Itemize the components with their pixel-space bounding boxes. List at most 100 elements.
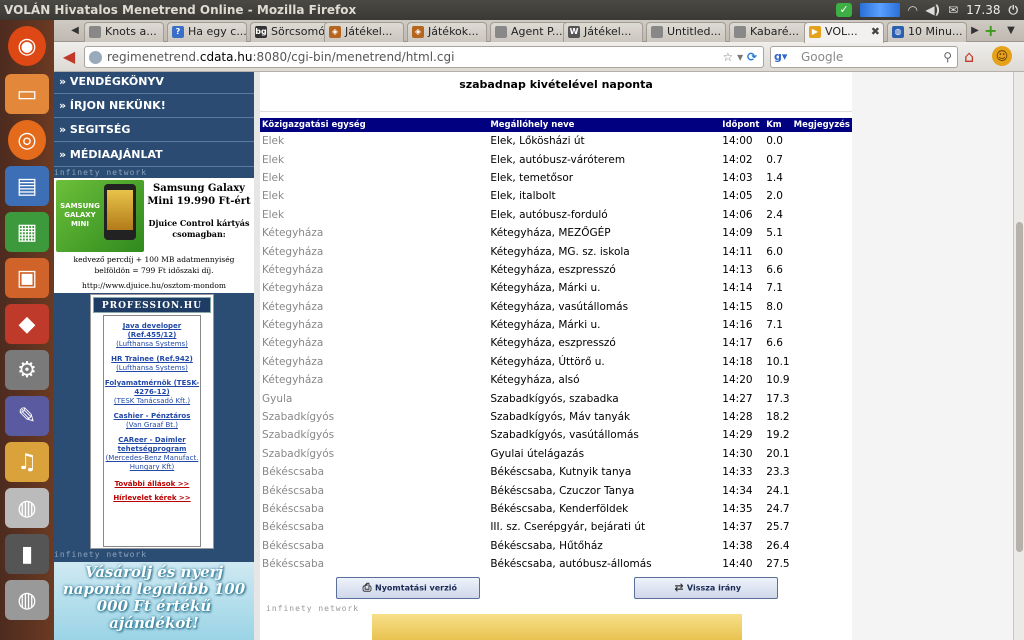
job-company[interactable]: (Lufthansa Systems) <box>104 364 200 373</box>
ubuntu-dash-icon[interactable]: ◉ <box>8 26 46 66</box>
tab-0[interactable]: Knots a... <box>84 22 164 42</box>
ad-title: Samsung Galaxy Mini 19.990 Ft-ért <box>147 183 251 207</box>
unit-cell: Kétegyháza <box>262 282 324 295</box>
home-icon[interactable]: ⌂ <box>964 47 974 66</box>
tab-5[interactable]: Agent P... <box>490 22 570 42</box>
km-cell: 23.3 <box>766 466 790 479</box>
time-cell: 14:34 <box>722 484 753 497</box>
time-cell: 14:00 <box>722 135 753 148</box>
tab-9-active[interactable]: ▶ VOL... ✖ <box>804 22 884 43</box>
addon-icon[interactable]: ☺ <box>992 46 1012 66</box>
cdrw-icon[interactable]: ◍ <box>5 580 49 620</box>
more-jobs-link[interactable]: További állások >> <box>104 480 200 488</box>
close-tab-icon[interactable]: ✖ <box>871 23 880 41</box>
mail-icon[interactable]: ✉ <box>948 0 958 20</box>
tab-list-icon[interactable]: ▼ <box>1004 23 1018 39</box>
update-check-icon[interactable]: ✓ <box>836 3 853 17</box>
promo-banner[interactable]: Vásárolj és nyerj naponta legalább 100 0… <box>54 562 254 640</box>
km-cell: 1.4 <box>766 171 783 184</box>
note-cell <box>792 206 852 224</box>
newsletter-link[interactable]: Hírlevelet kérek >> <box>104 494 200 502</box>
back-icon[interactable]: ◀ <box>58 46 80 68</box>
tab-scroll-right-icon[interactable]: ▶ <box>968 23 982 39</box>
menu-write-us[interactable]: » ÍRJON NEKÜNK! <box>54 94 254 118</box>
jobs-header[interactable]: PROFESSION.HU <box>93 297 211 313</box>
unit-cell: Szabadkígyós <box>262 411 335 424</box>
job-item[interactable]: Java developer (Ref.455/12) (Lufthansa Sy… <box>104 322 200 349</box>
km-cell: 0.7 <box>766 153 783 166</box>
tab-1[interactable]: ? Ha egy c... <box>167 22 247 42</box>
note-cell <box>792 463 852 481</box>
time-cell: 14:13 <box>722 263 753 276</box>
table-row: Elek Elek, autóbusz-váróterem 14:02 0.7 <box>260 150 852 168</box>
job-company[interactable]: (Mercedes-Benz Manufact. Hungary Kft) <box>104 454 200 472</box>
menu-help[interactable]: » SEGITSÉG <box>54 118 254 142</box>
wifi-icon[interactable]: ◠ <box>908 0 917 20</box>
writer-icon[interactable]: ▤ <box>5 166 49 206</box>
unit-cell: Kétegyháza <box>262 227 324 240</box>
power-icon[interactable]: ⏻ <box>1009 0 1019 20</box>
job-title[interactable]: CAReer - Daimler tehetségprogram <box>104 436 200 454</box>
tab-label: Agent P... <box>511 25 563 38</box>
stop-cell: Szabadkígyós, vasútállomás <box>490 429 639 442</box>
site-identity-icon[interactable] <box>89 51 102 64</box>
ad-body: kedvező percdíj + 100 MB adatmennyiség b… <box>73 255 235 275</box>
job-item[interactable]: CAReer - Daimler tehetségprogram (Mercede… <box>104 436 200 472</box>
calc-icon[interactable]: ▦ <box>5 212 49 252</box>
clock[interactable]: 17.38 <box>966 0 1000 20</box>
samsung-ad[interactable]: SAMSUNG GALAXY MINI Samsung Galaxy Mini … <box>54 178 254 293</box>
google-icon[interactable]: g▾ <box>774 50 788 64</box>
files-icon[interactable]: ▭ <box>5 74 49 114</box>
tab-scroll-left-icon[interactable]: ◀ <box>68 23 82 39</box>
col-unit: Közigazgatási egység <box>260 118 489 132</box>
job-company[interactable]: (TESK Tanácsadó Kft.) <box>104 397 200 406</box>
search-icon[interactable]: ⚲ <box>943 47 952 67</box>
impress-icon[interactable]: ▣ <box>5 258 49 298</box>
menu-media-offer[interactable]: » MÉDIAAJÁNLAT <box>54 143 254 167</box>
scrollbar-thumb[interactable] <box>1016 222 1023 552</box>
new-tab-icon[interactable]: + <box>984 23 997 39</box>
time-cell: 14:06 <box>722 208 753 221</box>
menu-guestbook[interactable]: » VENDÉGKÖNYV <box>54 72 254 94</box>
job-title[interactable]: Cashier - Pénztáros <box>104 412 200 421</box>
tab-10[interactable]: ◍ 10 Minu... <box>887 22 967 42</box>
stop-cell: Szabadkígyós, szabadka <box>490 392 619 405</box>
search-bar[interactable]: g▾ Google ⚲ <box>770 46 958 68</box>
job-company[interactable]: (Lufthansa Systems) <box>104 340 200 349</box>
time-cell: 14:17 <box>722 337 753 350</box>
disk-icon[interactable]: ◍ <box>5 488 49 528</box>
bottom-ad[interactable] <box>372 614 742 640</box>
media-icon[interactable]: ♫ <box>5 442 49 482</box>
job-item[interactable]: HR Trainee (Ref.942) (Lufthansa Systems) <box>104 355 200 373</box>
firefox-icon[interactable]: ◎ <box>8 120 46 160</box>
ad-url[interactable]: http://www.djuice.hu/osztom-mondom <box>56 281 252 290</box>
settings-icon[interactable]: ⚙ <box>5 350 49 390</box>
tab-4[interactable]: ◈ Játékok... <box>407 22 487 42</box>
job-company[interactable]: (Van Graaf Bt.) <box>104 421 200 430</box>
stop-cell: Békéscsaba, Kenderföldek <box>490 503 629 515</box>
table-row: Békéscsaba Békéscsaba, Kenderföldek 14:35 2… <box>260 500 852 518</box>
tab-8[interactable]: Kabaré... <box>729 22 809 42</box>
print-version-button[interactable]: ⎙ Nyomtatási verzió <box>336 577 480 599</box>
tool-icon[interactable]: ✎ <box>5 396 49 436</box>
job-item[interactable]: Folyamatmérnök (TESK-4276-12) (TESK Tanác… <box>104 379 200 406</box>
url-bar[interactable]: regimenetrend.cdata.hu:8080/cgi-bin/mene… <box>84 46 764 68</box>
tab-2[interactable]: bg Sörcsomó <box>250 22 330 42</box>
software-center-icon[interactable]: ◆ <box>5 304 49 344</box>
system-monitor-icon[interactable] <box>860 3 901 17</box>
vertical-scrollbar[interactable] <box>1013 72 1024 640</box>
volume-icon[interactable]: ◀) <box>925 0 940 20</box>
terminal-icon[interactable]: ▮ <box>5 534 49 574</box>
bookmark-star-icon[interactable]: ☆ ▾ ⟳ <box>723 47 757 67</box>
tab-6[interactable]: W Játékel... <box>563 22 643 42</box>
tab-7[interactable]: Untitled... <box>646 22 726 42</box>
page-content: » VENDÉGKÖNYV » ÍRJON NEKÜNK! » SEGITSÉG… <box>54 72 1013 640</box>
job-title[interactable]: Folyamatmérnök (TESK-4276-12) <box>104 379 200 397</box>
stop-cell: Kétegyháza, MG. sz. iskola <box>490 245 630 258</box>
time-cell: 14:15 <box>722 300 753 313</box>
reverse-direction-button[interactable]: ⇄ Vissza irány <box>634 577 778 599</box>
job-title[interactable]: Java developer (Ref.455/12) <box>104 322 200 340</box>
job-title[interactable]: HR Trainee (Ref.942) <box>104 355 200 364</box>
tab-3[interactable]: ◈ Játékel... <box>324 22 404 42</box>
job-item[interactable]: Cashier - Pénztáros (Van Graaf Bt.) <box>104 412 200 430</box>
